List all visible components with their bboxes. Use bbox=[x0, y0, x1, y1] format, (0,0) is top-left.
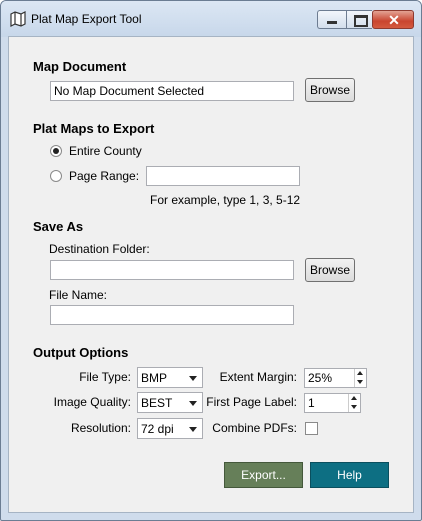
radio-selected-dot bbox=[53, 148, 59, 154]
map-document-browse-button[interactable]: Browse bbox=[305, 78, 355, 102]
title-bar[interactable]: Plat Map Export Tool ✕ bbox=[1, 1, 421, 37]
plat-maps-heading: Plat Maps to Export bbox=[33, 121, 155, 136]
resolution-label: Resolution: bbox=[70, 421, 131, 435]
first-page-spinner[interactable]: 1 bbox=[304, 393, 361, 413]
first-page-label: First Page Label: bbox=[206, 395, 297, 409]
image-quality-label: Image Quality: bbox=[53, 395, 131, 409]
dialog-body: Map Document No Map Document Selected Br… bbox=[8, 36, 414, 513]
export-button[interactable]: Export... bbox=[224, 462, 303, 488]
destination-folder-label: Destination Folder: bbox=[49, 242, 150, 256]
file-type-value: BMP bbox=[141, 371, 168, 385]
image-quality-select[interactable]: BEST bbox=[137, 392, 203, 413]
app-window: Plat Map Export Tool ✕ Map Document No M… bbox=[0, 0, 422, 521]
spin-up-icon[interactable] bbox=[348, 394, 360, 403]
save-as-heading: Save As bbox=[33, 219, 84, 234]
chevron-down-icon bbox=[189, 427, 197, 432]
combine-pdfs-label: Combine PDFs: bbox=[212, 421, 297, 435]
close-button[interactable]: ✕ bbox=[372, 10, 414, 29]
minimize-icon bbox=[327, 21, 337, 24]
destination-browse-button[interactable]: Browse bbox=[305, 258, 355, 282]
entire-county-label[interactable]: Entire County bbox=[69, 144, 142, 158]
map-document-field[interactable]: No Map Document Selected bbox=[50, 81, 294, 101]
extent-margin-spinner[interactable]: 25% bbox=[304, 368, 367, 388]
maximize-icon bbox=[354, 15, 368, 27]
help-button[interactable]: Help bbox=[310, 462, 389, 488]
map-icon bbox=[10, 11, 26, 27]
spin-up-icon[interactable] bbox=[354, 369, 366, 378]
first-page-value: 1 bbox=[308, 396, 315, 410]
spin-down-icon[interactable] bbox=[354, 378, 366, 387]
resolution-select[interactable]: 72 dpi bbox=[137, 418, 203, 439]
page-range-label[interactable]: Page Range: bbox=[69, 169, 139, 183]
image-quality-value: BEST bbox=[141, 396, 173, 410]
page-range-radio[interactable] bbox=[50, 170, 62, 182]
output-options-heading: Output Options bbox=[33, 345, 129, 360]
window-title: Plat Map Export Tool bbox=[31, 12, 142, 26]
minimize-button[interactable] bbox=[317, 10, 346, 29]
maximize-button[interactable] bbox=[346, 10, 372, 29]
chevron-down-icon bbox=[189, 376, 197, 381]
file-name-input[interactable] bbox=[50, 305, 294, 325]
resolution-value: 72 dpi bbox=[141, 422, 174, 436]
entire-county-radio[interactable] bbox=[50, 145, 62, 157]
map-document-heading: Map Document bbox=[33, 59, 127, 74]
page-range-hint: For example, type 1, 3, 5-12 bbox=[150, 193, 301, 207]
destination-folder-input[interactable] bbox=[50, 260, 294, 280]
extent-margin-value: 25% bbox=[308, 371, 333, 385]
close-icon: ✕ bbox=[388, 12, 400, 28]
file-type-label: File Type: bbox=[79, 370, 131, 384]
file-name-label: File Name: bbox=[49, 288, 108, 302]
file-type-select[interactable]: BMP bbox=[137, 367, 203, 388]
page-range-input[interactable] bbox=[146, 166, 300, 186]
spin-down-icon[interactable] bbox=[348, 403, 360, 412]
extent-margin-label: Extent Margin: bbox=[219, 370, 297, 384]
combine-pdfs-checkbox[interactable] bbox=[305, 422, 318, 435]
